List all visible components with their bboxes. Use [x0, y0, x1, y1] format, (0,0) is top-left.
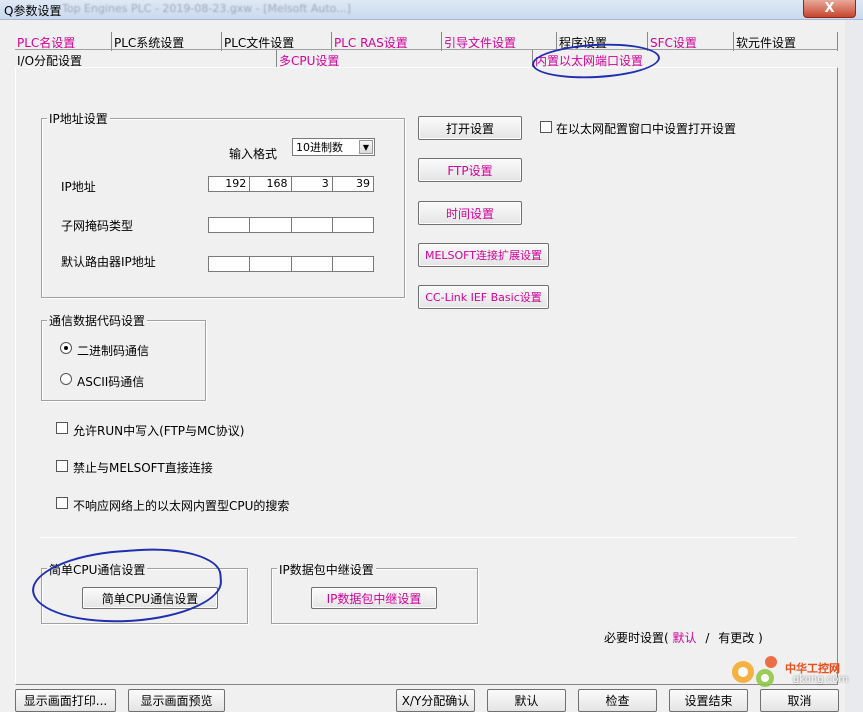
settings-legend: 必要时设置( 默认 / 有更改 )	[604, 629, 763, 646]
ip-relay-button[interactable]: IP数据包中继设置	[311, 587, 437, 609]
legend-slash: /	[705, 631, 710, 645]
gateway-label: 默认路由器IP地址	[61, 255, 156, 269]
default-button[interactable]: 默认	[487, 689, 566, 712]
input-format-label: 输入格式	[229, 147, 278, 161]
close-button[interactable]: X	[803, 0, 856, 18]
ftp-setting-button[interactable]: FTP设置	[418, 158, 522, 182]
open-setting-button[interactable]: 打开设置	[418, 116, 522, 140]
radio-selected-dot	[64, 346, 68, 350]
melsoft-connection-button[interactable]: MELSOFT连接扩展设置	[418, 243, 549, 267]
ip-address-field[interactable]: 192 168 3 39	[208, 176, 374, 192]
title-bar: Q参数设置 Top Engines PLC - 2019-08-23.gxw -…	[0, 0, 863, 20]
comm-code-group-title: 通信数据代码设置	[47, 312, 148, 329]
legend-default: 默认	[672, 631, 697, 645]
mask-octet-1[interactable]	[209, 218, 251, 232]
ip-relay-group-title: IP数据包中继设置	[277, 561, 376, 578]
ip-octet-4[interactable]: 39	[333, 177, 373, 191]
subnet-mask-field[interactable]	[208, 217, 374, 233]
ip-address-group-title: IP地址设置	[47, 110, 110, 127]
xy-assign-check-button[interactable]: X/Y分配确认	[396, 689, 475, 712]
forbid-melsoft-checkbox[interactable]	[56, 460, 68, 472]
mask-octet-3[interactable]	[292, 218, 333, 232]
ascii-radio[interactable]	[60, 373, 72, 385]
gear-icon	[732, 656, 777, 687]
gateway-octet-3[interactable]	[292, 257, 333, 271]
chevron-down-icon: ▼	[359, 140, 373, 154]
ip-octet-2[interactable]: 168	[250, 177, 292, 191]
preview-screen-button[interactable]: 显示画面预览	[128, 689, 225, 712]
section-divider	[40, 537, 797, 538]
print-screen-button[interactable]: 显示画面打印...	[15, 689, 116, 712]
check-button[interactable]: 检查	[578, 689, 657, 712]
input-format-value: 10进制数	[296, 141, 343, 154]
mask-octet-2[interactable]	[250, 218, 292, 232]
legend-prefix: 必要时设置(	[604, 631, 669, 645]
mask-octet-4[interactable]	[333, 218, 373, 232]
input-format-select[interactable]: 10进制数 ▼	[292, 138, 375, 156]
window-title-blurred: Top Engines PLC - 2019-08-23.gxw - [Mels…	[62, 2, 351, 15]
finish-setting-button[interactable]: 设置结束	[669, 689, 748, 712]
allow-run-write-checkbox[interactable]	[56, 422, 68, 434]
watermark-logo: 中华工控网 gkong.com	[725, 652, 849, 692]
ip-octet-3[interactable]: 3	[292, 177, 333, 191]
window-title: Q参数设置	[4, 4, 62, 18]
open-setting-checkbox-label: 在以太网配置窗口中设置打开设置	[556, 122, 737, 136]
ascii-radio-label: ASCII码通信	[77, 375, 145, 389]
ip-address-label: IP地址	[61, 180, 96, 194]
forbid-melsoft-label: 禁止与MELSOFT直接连接	[73, 461, 213, 475]
watermark-url: gkong.com	[793, 674, 849, 685]
legend-suffix: )	[758, 631, 763, 645]
gateway-octet-4[interactable]	[333, 257, 373, 271]
no-respond-search-checkbox[interactable]	[56, 497, 68, 509]
gateway-field[interactable]	[208, 256, 374, 272]
background-window-strip	[845, 20, 863, 712]
binary-radio[interactable]	[60, 342, 72, 354]
legend-changed: 有更改	[718, 631, 755, 645]
cancel-button[interactable]: 取消	[760, 689, 839, 712]
cc-link-ief-basic-button[interactable]: CC-Link IEF Basic设置	[418, 285, 549, 309]
open-setting-checkbox[interactable]	[540, 121, 552, 133]
gateway-octet-2[interactable]	[250, 257, 292, 271]
gateway-octet-1[interactable]	[209, 257, 251, 271]
subnet-mask-label: 子网掩码类型	[61, 219, 134, 233]
allow-run-write-label: 允许RUN中写入(FTP与MC协议)	[73, 424, 245, 438]
ip-octet-1[interactable]: 192	[209, 177, 251, 191]
time-setting-button[interactable]: 时间设置	[418, 201, 522, 225]
no-respond-search-label: 不响应网络上的以太网内置型CPU的搜索	[73, 499, 290, 513]
binary-radio-label: 二进制码通信	[77, 344, 150, 358]
